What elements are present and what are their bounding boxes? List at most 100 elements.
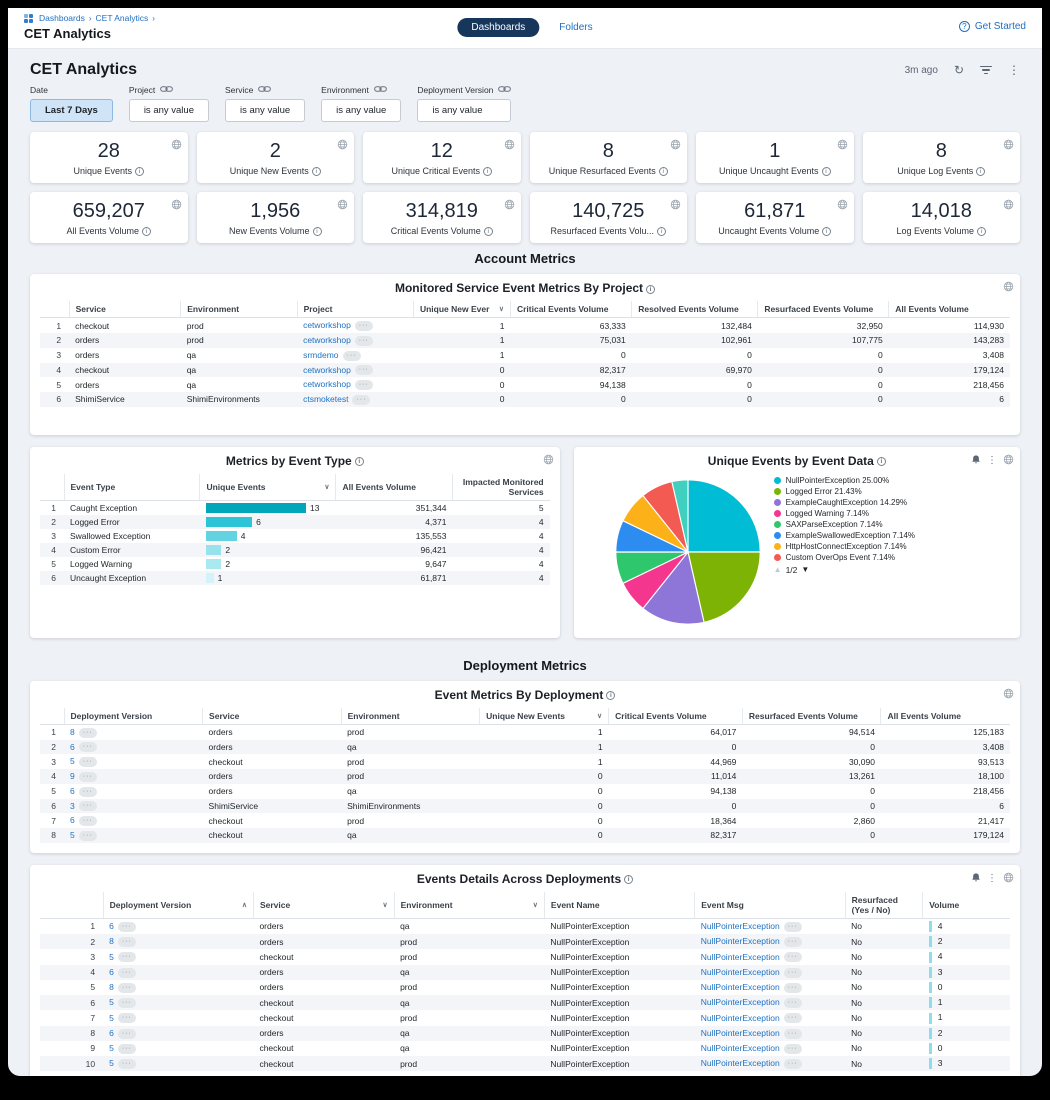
ellipsis-badge[interactable]: ··· [784, 998, 802, 1008]
globe-icon[interactable] [1003, 137, 1014, 155]
ellipsis-badge[interactable]: ··· [118, 937, 136, 947]
ellipsis-badge[interactable]: ··· [79, 742, 97, 752]
col-header-all-events-volume[interactable]: All Events Volume [336, 474, 453, 501]
info-icon[interactable]: i [657, 227, 666, 236]
globe-icon[interactable] [837, 137, 848, 155]
ellipsis-badge[interactable]: ··· [118, 983, 136, 993]
ellipsis-badge[interactable]: ··· [784, 1059, 802, 1069]
col-header-impacted-monitored-services[interactable]: Impacted Monitored Services [452, 474, 549, 501]
col-header-all-events-volume[interactable]: All Events Volume [889, 301, 1010, 318]
sort-icon[interactable]: ∨ [499, 305, 504, 313]
link-deployment-version[interactable]: 3 [70, 801, 75, 811]
legend-item-logged-warning[interactable]: Logged Warning 7.14% [774, 509, 942, 518]
metric-card-unique-events[interactable]: 28Unique Eventsi [30, 132, 188, 183]
ellipsis-badge[interactable]: ··· [118, 968, 136, 978]
link-deployment-version[interactable]: 5 [70, 756, 75, 766]
ellipsis-badge[interactable]: ··· [118, 922, 136, 932]
sort-icon[interactable]: ∨ [324, 483, 329, 491]
pie-slice-nullpointerexception[interactable] [688, 480, 760, 552]
link-event-msg[interactable]: NullPointerException [701, 997, 780, 1007]
globe-icon[interactable] [1003, 686, 1014, 704]
link-event-msg[interactable]: NullPointerException [701, 1013, 780, 1023]
ellipsis-badge[interactable]: ··· [784, 968, 802, 978]
link-event-msg[interactable]: NullPointerException [701, 967, 780, 977]
ellipsis-badge[interactable]: ··· [355, 365, 373, 375]
link-event-msg[interactable]: NullPointerException [701, 1043, 780, 1053]
globe-icon[interactable] [670, 197, 681, 215]
link-deployment-version[interactable]: 6 [109, 967, 114, 977]
info-icon[interactable]: i [312, 167, 321, 176]
globe-icon[interactable] [1003, 452, 1014, 470]
col-header-service[interactable]: Service [203, 708, 342, 725]
link-deployment-version[interactable]: 6 [70, 786, 75, 796]
legend-item-saxparseexception[interactable]: SAXParseException 7.14% [774, 520, 942, 529]
link-deployment-version[interactable]: 5 [109, 1013, 114, 1023]
metric-card-all-events-volume[interactable]: 659,207All Events Volumei [30, 192, 188, 243]
link-deployment-version[interactable]: 5 [109, 1058, 114, 1068]
refresh-icon[interactable]: ↻ [954, 64, 964, 76]
filter-value-environment[interactable]: is any value [321, 99, 401, 122]
bell-icon[interactable] [971, 452, 981, 470]
legend-item-httphostconnectexception[interactable]: HttpHostConnectException 7.14% [774, 542, 942, 551]
globe-icon[interactable] [543, 452, 554, 470]
bell-icon[interactable] [971, 870, 981, 888]
col-header-event-name[interactable]: Event Name [544, 892, 694, 919]
ellipsis-badge[interactable]: ··· [784, 983, 802, 993]
link-deployment-version[interactable]: 5 [109, 952, 114, 962]
tab-dashboards[interactable]: Dashboards [457, 18, 539, 37]
legend-item-nullpointerexception[interactable]: NullPointerException 25.00% [774, 476, 942, 485]
metric-card-unique-new-events[interactable]: 2Unique New Eventsi [197, 132, 355, 183]
link-deployment-version[interactable]: 6 [70, 815, 75, 825]
globe-icon[interactable] [171, 197, 182, 215]
filter-value-date[interactable]: Last 7 Days [30, 99, 113, 122]
info-icon[interactable]: i [659, 167, 668, 176]
col-header-unique-new-ever[interactable]: Unique New Ever∨ [413, 301, 510, 318]
info-icon[interactable]: i [646, 285, 655, 294]
col-header-resurfaced-events-volume[interactable]: Resurfaced Events Volume [758, 301, 889, 318]
col-header-service[interactable]: Service∨ [253, 892, 394, 919]
link-event-msg[interactable]: NullPointerException [701, 921, 780, 931]
metric-card-critical-events-volume[interactable]: 314,819Critical Events Volumei [363, 192, 521, 243]
link-deployment-version[interactable]: 8 [70, 727, 75, 737]
info-icon[interactable]: i [877, 457, 886, 466]
ellipsis-badge[interactable]: ··· [79, 831, 97, 841]
metric-card-unique-log-events[interactable]: 8Unique Log Eventsi [863, 132, 1021, 183]
globe-icon[interactable] [837, 197, 848, 215]
ellipsis-badge[interactable]: ··· [79, 728, 97, 738]
ellipsis-badge[interactable]: ··· [355, 336, 373, 346]
info-icon[interactable]: i [822, 167, 831, 176]
filter-value-service[interactable]: is any value [225, 99, 305, 122]
link-project[interactable]: srmdemo [303, 350, 338, 360]
metric-card-uncaught-events-volume[interactable]: 61,871Uncaught Events Volumei [696, 192, 854, 243]
col-header-critical-events-volume[interactable]: Critical Events Volume [609, 708, 743, 725]
link-deployment-version[interactable]: 6 [109, 1028, 114, 1038]
globe-icon[interactable] [1003, 870, 1014, 888]
col-header-unique-new-events[interactable]: Unique New Events∨ [480, 708, 609, 725]
tab-folders[interactable]: Folders [559, 22, 592, 33]
legend-item-logged-error[interactable]: Logged Error 21.43% [774, 487, 942, 496]
globe-icon[interactable] [171, 137, 182, 155]
col-header-all-events-volume[interactable]: All Events Volume [881, 708, 1010, 725]
col-header-resurfaced-events-volume[interactable]: Resurfaced Events Volume [742, 708, 881, 725]
col-header-volume[interactable]: Volume [923, 892, 1010, 919]
info-icon[interactable]: i [135, 167, 144, 176]
globe-icon[interactable] [1003, 197, 1014, 215]
ellipsis-badge[interactable]: ··· [784, 952, 802, 962]
sort-icon[interactable]: ∨ [533, 901, 538, 909]
col-header-environment[interactable]: Environment∨ [394, 892, 544, 919]
globe-icon[interactable] [1003, 279, 1014, 297]
link-project[interactable]: cetworkshop [303, 335, 351, 345]
ellipsis-badge[interactable]: ··· [118, 998, 136, 1008]
legend-item-exampleswallowedexception[interactable]: ExampleSwallowedException 7.14% [774, 531, 942, 540]
ellipsis-badge[interactable]: ··· [118, 1044, 136, 1054]
metric-card-new-events-volume[interactable]: 1,956New Events Volumei [197, 192, 355, 243]
ellipsis-badge[interactable]: ··· [784, 1029, 802, 1039]
globe-icon[interactable] [504, 137, 515, 155]
metric-card-unique-resurfaced-events[interactable]: 8Unique Resurfaced Eventsi [530, 132, 688, 183]
col-header-event-type[interactable]: Event Type [64, 474, 200, 501]
breadcrumb-dashboards[interactable]: Dashboards [39, 13, 85, 23]
col-header-environment[interactable]: Environment [341, 708, 480, 725]
metric-card-unique-uncaught-events[interactable]: 1Unique Uncaught Eventsi [696, 132, 854, 183]
info-icon[interactable]: i [313, 227, 322, 236]
info-icon[interactable]: i [822, 227, 831, 236]
